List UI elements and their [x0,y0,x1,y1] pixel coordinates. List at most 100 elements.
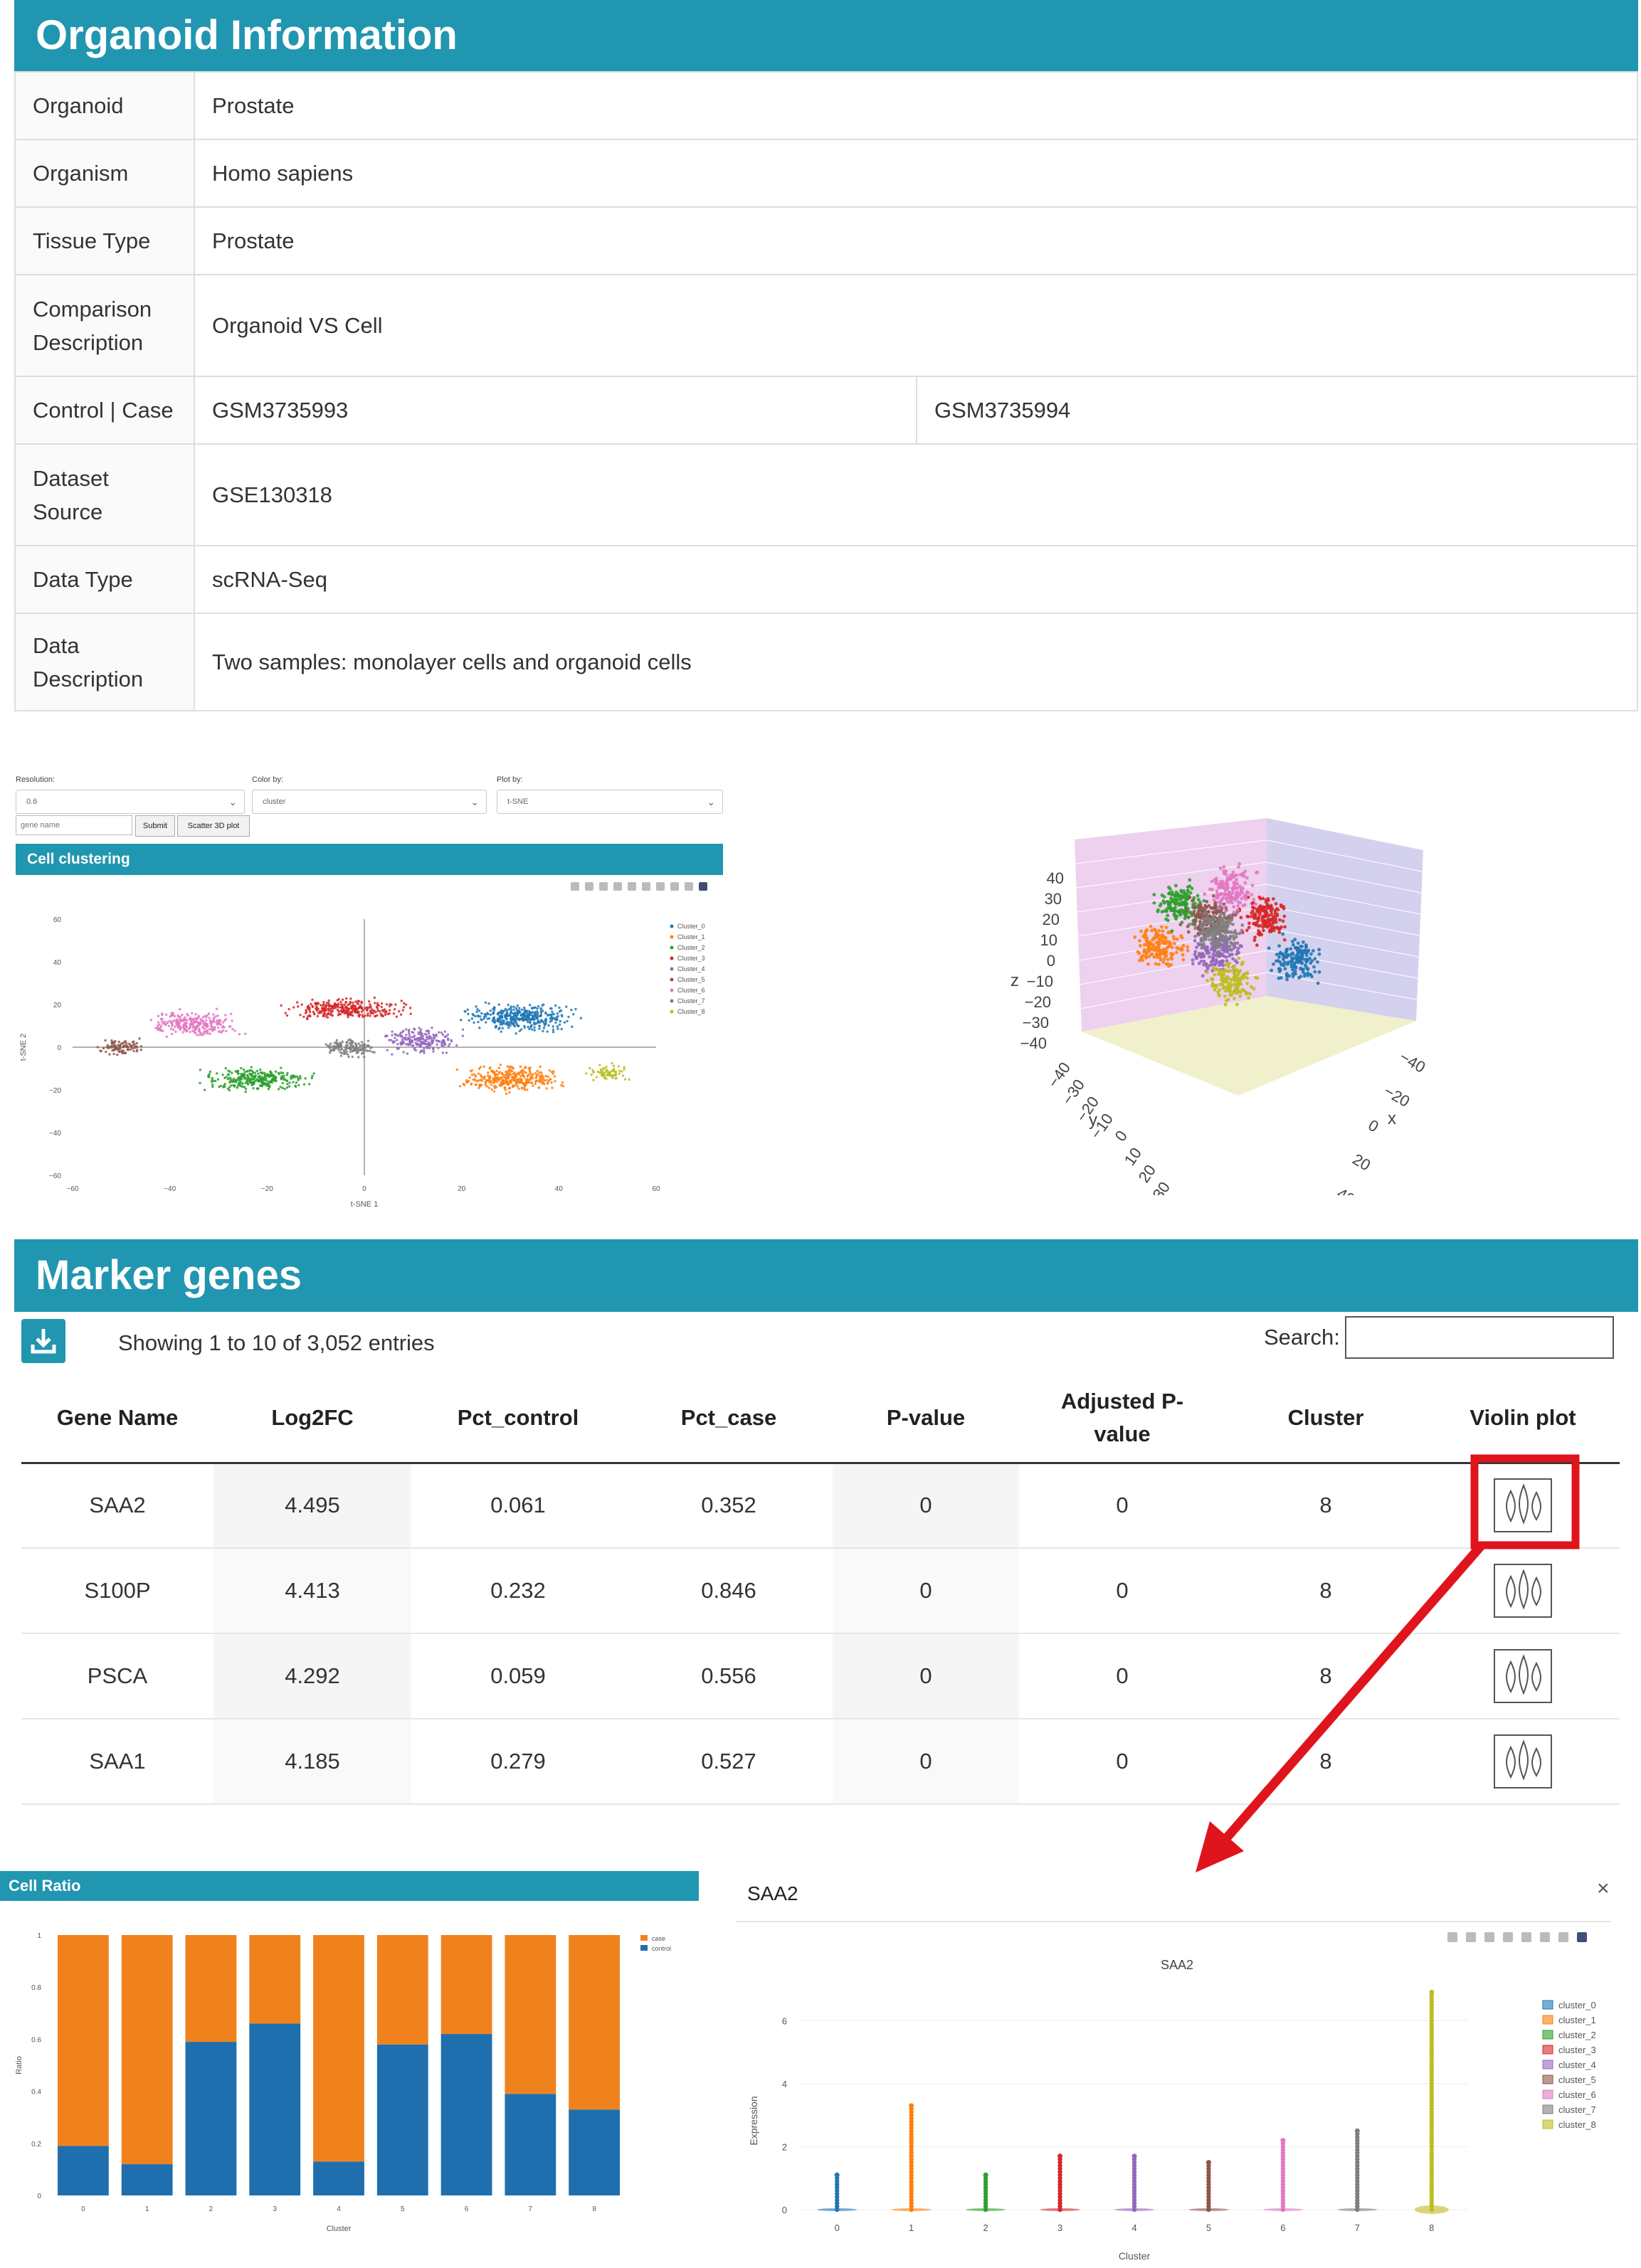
point [124,1051,127,1054]
col-pct-control[interactable]: Pct_control [411,1374,625,1464]
point [185,1022,188,1024]
cell-ratio-chart[interactable]: 1 0.8 0.6 0.4 0.2 0 0 1 2 3 4 5 6 7 8 Cluster Ratio case c… [0,1904,705,2238]
violin-max-point [834,2172,840,2178]
point [1210,888,1215,891]
col-pct-case[interactable]: Pct_case [625,1374,833,1464]
point [266,1080,270,1083]
gene-name-input[interactable] [16,815,132,835]
point [596,1070,600,1074]
arrow-head-icon [1196,1821,1244,1872]
point [1223,989,1228,993]
point [266,1073,269,1076]
violin-plot-icon[interactable] [1494,1734,1552,1789]
point [550,1007,553,1010]
point [413,1027,416,1030]
point [1316,960,1319,964]
point [1235,960,1239,965]
legend-label: cluster_2 [1558,2030,1596,2040]
point [556,1027,559,1030]
info-label: Organoid [14,71,195,140]
point [1290,959,1294,963]
bar-control-2 [185,2042,237,2195]
point [520,1008,524,1012]
point [1231,888,1235,891]
point [198,1027,201,1030]
scatter-3d-plot[interactable]: 403020100−10−20−30−40−40−30−20−100102030… [996,797,1480,1195]
point [404,1003,408,1006]
point [559,1019,562,1023]
chevron-down-icon: ⌄ [470,796,479,807]
point [326,1016,329,1019]
point [1228,982,1233,985]
point [326,1044,329,1047]
point [329,1049,333,1052]
point [357,1010,360,1013]
tsne-plot[interactable]: −60 −40 −20 0 20 40 60 60 40 20 0 −20 −40 −60 t-SNE 1 t… [16,876,727,1218]
point [500,1072,504,1075]
point [1194,955,1198,960]
col-gene-name[interactable]: Gene Name [21,1374,213,1464]
pan-icon [1484,1932,1494,1942]
y-tick-label: 1 [37,1932,41,1940]
point [238,1079,241,1083]
search-input[interactable] [1345,1316,1614,1359]
point [208,1027,211,1031]
col-log2fc[interactable]: Log2FC [213,1374,411,1464]
point [443,1043,446,1046]
violin-max-point [1429,1989,1435,1995]
point [554,1021,557,1024]
violin-chart[interactable]: SAA2 6 4 2 0 0 1 2 3 4 5 6 7 8 Cluster Expression cluste… [736,1925,1618,2259]
point [339,1054,343,1057]
point [441,1039,444,1042]
point [288,1081,291,1084]
point [228,1088,231,1092]
point [315,1007,317,1010]
point [285,1086,289,1089]
plot-by-select[interactable]: t-SNE ⌄ [497,790,723,814]
point [112,1041,115,1044]
col-p-value[interactable]: P-value [833,1374,1019,1464]
point [510,1065,512,1068]
point [366,1039,370,1042]
point [1164,908,1168,912]
point [552,1028,555,1032]
point [250,1078,253,1081]
point [1183,896,1186,900]
point [341,1040,344,1043]
point [1237,865,1240,869]
point [492,1081,495,1084]
point [518,1073,521,1076]
point [520,1017,523,1020]
point [536,1007,539,1010]
close-button[interactable]: × [1597,1877,1610,1901]
submit-button[interactable]: Submit [135,815,175,837]
point [445,1051,448,1054]
violin-plot-icon[interactable] [1494,1649,1552,1703]
z-tick-label: 20 [1043,911,1060,928]
col-cluster[interactable]: Cluster [1225,1374,1426,1464]
color-by-label: Color by: [252,775,284,784]
violin-plot-icon[interactable] [1494,1564,1552,1618]
x-tick-label: 3 [1057,2222,1062,2233]
point [323,1012,327,1015]
point [170,1012,174,1016]
violin-plot-icon[interactable] [1494,1478,1552,1533]
point [223,1026,226,1029]
color-by-select[interactable]: cluster ⌄ [252,790,487,814]
x-tick-label: 20 [458,1185,466,1193]
scatter-3d-button[interactable]: Scatter 3D plot [177,815,250,837]
col-violin-plot[interactable]: Violin plot [1426,1374,1620,1464]
point [1224,963,1228,967]
point [1281,962,1285,966]
point [468,1076,471,1079]
point [529,1024,533,1027]
resolution-select[interactable]: 0.6 ⌄ [16,790,245,814]
point [431,1039,434,1042]
download-button[interactable] [21,1319,65,1363]
point [281,1086,284,1090]
point [601,1070,604,1073]
col-adjusted-p-value[interactable]: Adjusted P-value [1019,1374,1225,1464]
point [127,1046,130,1049]
point [1277,931,1282,934]
point [327,1004,330,1007]
